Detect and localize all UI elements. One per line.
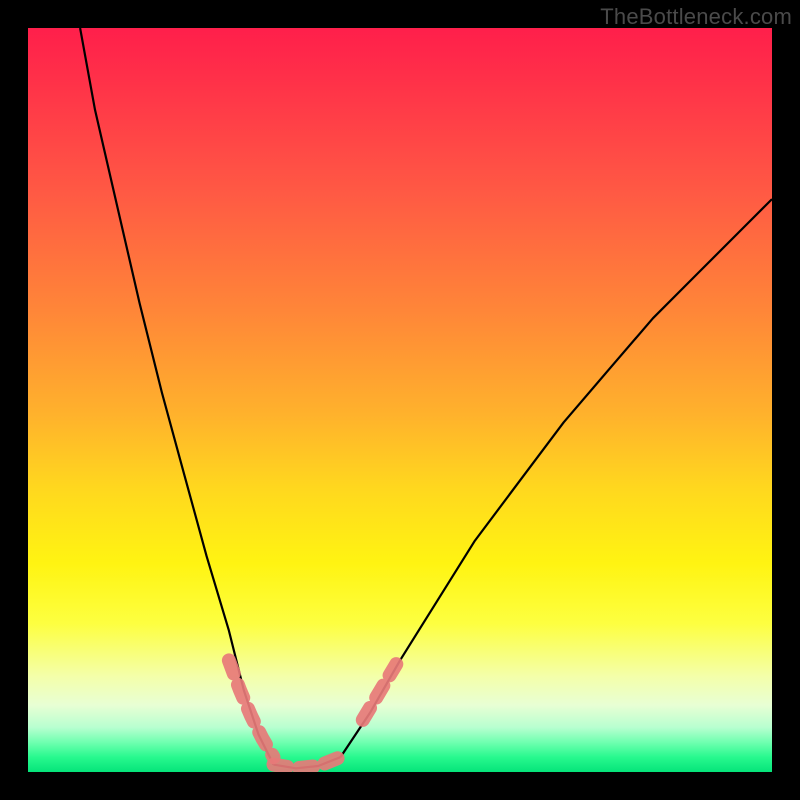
series-marker-basin bbox=[274, 757, 341, 768]
series-marker-left-flank bbox=[229, 660, 274, 757]
curve-layer bbox=[28, 28, 772, 772]
watermark-text: TheBottleneck.com bbox=[600, 4, 792, 30]
series-curve-right bbox=[341, 199, 773, 757]
series-marker-right-flank bbox=[363, 664, 397, 720]
chart-frame: TheBottleneck.com bbox=[0, 0, 800, 800]
series-curve-left bbox=[80, 28, 273, 765]
plot-area bbox=[28, 28, 772, 772]
